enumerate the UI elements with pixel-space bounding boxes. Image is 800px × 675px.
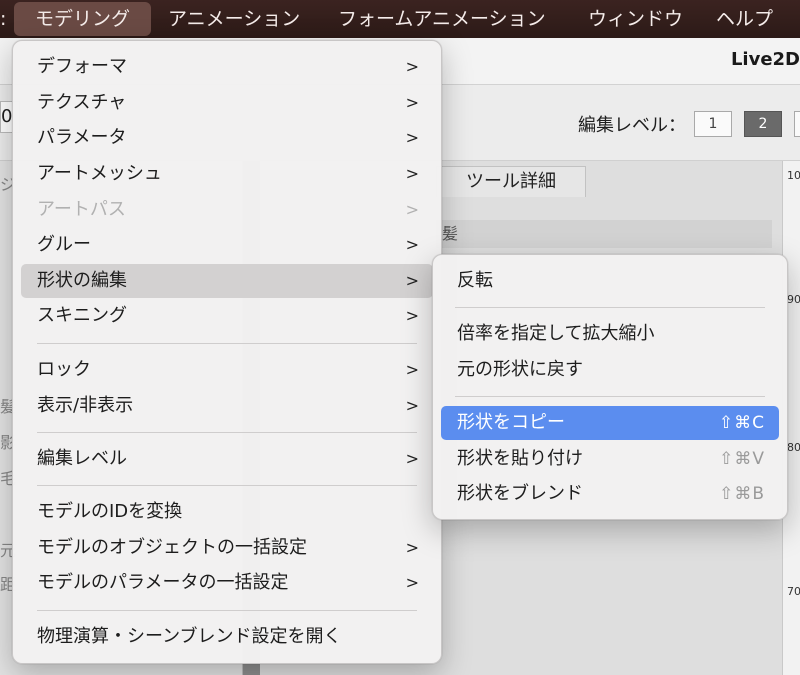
menu-item-restore-shape[interactable]: 元の形状に戻す (441, 353, 779, 387)
menu-item-label: ロック (37, 359, 91, 380)
menu-item-label: 形状をコピー (457, 412, 565, 433)
ruler-number: 10 (787, 169, 800, 182)
menu-item-label: 表示/非表示 (37, 395, 134, 416)
menu-item-deformer[interactable]: デフォーマ > (21, 50, 433, 84)
menu-item-glue[interactable]: グルー > (21, 228, 433, 262)
menu-item-label: デフォーマ (37, 56, 127, 77)
chevron-right-icon: > (405, 271, 419, 290)
edit-level-3-button[interactable] (794, 111, 800, 137)
menubar-item-form-animation[interactable]: フォームアニメーション (338, 0, 546, 38)
menu-item-edit-level[interactable]: 編集レベル > (21, 442, 433, 476)
menu-item-open-physics-settings[interactable]: 物理演算・シーンブレンド設定を開く (21, 620, 433, 654)
menu-item-lock[interactable]: ロック > (21, 353, 433, 387)
menu-item-label: 形状を貼り付け (457, 448, 583, 469)
menu-item-scale-by-factor[interactable]: 倍率を指定して拡大縮小 (441, 317, 779, 351)
menu-item-bulk-object-settings[interactable]: モデルのオブジェクトの一括設定 > (21, 531, 433, 565)
menu-item-parameter[interactable]: パラメータ > (21, 121, 433, 155)
chevron-right-icon: > (405, 360, 419, 379)
menu-separator (455, 396, 765, 397)
shortcut-label: ⇧⌘V (719, 449, 765, 469)
menu-item-label: モデルのパラメータの一括設定 (37, 572, 289, 593)
chevron-right-icon: > (405, 164, 419, 183)
menu-item-artmesh[interactable]: アートメッシュ > (21, 157, 433, 191)
menu-item-label: 元の形状に戻す (457, 359, 583, 380)
modeling-menu: デフォーマ > テクスチャ > パラメータ > アートメッシュ > アートパス … (12, 40, 442, 664)
menu-item-label: アートパス (37, 199, 126, 220)
chevron-right-icon: > (405, 128, 419, 147)
menu-item-label: 形状をブレンド (457, 483, 583, 504)
menubar-item-window[interactable]: ウィンドウ (588, 0, 683, 38)
shortcut-label: ⇧⌘B (719, 484, 765, 504)
edit-shape-submenu: 反転 倍率を指定して拡大縮小 元の形状に戻す 形状をコピー ⇧⌘C 形状を貼り付… (432, 254, 788, 520)
menubar-item-animation[interactable]: アニメーション (168, 0, 300, 38)
menu-item-label: モデルのIDを変換 (37, 501, 183, 522)
chevron-right-icon: > (405, 93, 419, 112)
menubar-item-modeling[interactable]: モデリング (14, 2, 152, 36)
menu-separator (37, 432, 417, 433)
menu-item-skinning[interactable]: スキニング > (21, 299, 433, 333)
menu-item-label: 編集レベル (37, 448, 127, 469)
menu-item-blend-shape[interactable]: 形状をブレンド ⇧⌘B (441, 477, 779, 511)
menu-item-label: スキニング (37, 305, 127, 326)
chevron-right-icon: > (405, 449, 419, 468)
chevron-right-icon: > (405, 396, 419, 415)
menu-item-convert-model-id[interactable]: モデルのIDを変換 (21, 495, 433, 529)
chevron-right-icon: > (405, 200, 419, 219)
menu-separator (455, 307, 765, 308)
menu-separator (37, 485, 417, 486)
menu-item-texture[interactable]: テクスチャ > (21, 86, 433, 120)
menu-item-label: 物理演算・シーンブレンド設定を開く (37, 626, 342, 647)
chevron-right-icon: > (405, 573, 419, 592)
tool-section-title: 髪 (436, 220, 772, 248)
menubar-item-help[interactable]: ヘルプ (716, 0, 773, 38)
menu-item-label: パラメータ (37, 127, 127, 148)
menu-item-label: グルー (37, 234, 91, 255)
chevron-right-icon: > (405, 235, 419, 254)
menu-item-copy-shape[interactable]: 形状をコピー ⇧⌘C (441, 406, 779, 440)
chevron-right-icon: > (405, 57, 419, 76)
edit-level-1-button[interactable]: 1 (694, 111, 732, 137)
menu-item-label: テクスチャ (37, 92, 127, 113)
menubar-edge-item[interactable]: : (0, 0, 6, 38)
shortcut-label: ⇧⌘C (718, 413, 765, 433)
edit-level-2-button[interactable]: 2 (744, 111, 782, 137)
menu-item-label: モデルのオブジェクトの一括設定 (37, 537, 307, 558)
ruler-number: 80 (787, 441, 800, 454)
menu-item-flip[interactable]: 反転 (441, 264, 779, 298)
ruler-number: 90 (787, 293, 800, 306)
menu-item-edit-shape[interactable]: 形状の編集 > (21, 264, 433, 298)
chevron-right-icon: > (405, 306, 419, 325)
tab-tool-details[interactable]: ツール詳細 (436, 166, 586, 197)
menu-item-label: 倍率を指定して拡大縮小 (457, 323, 655, 344)
menu-item-label: 形状の編集 (37, 270, 127, 291)
chevron-right-icon: > (405, 538, 419, 557)
window-title: Live2D (730, 49, 800, 70)
menu-item-bulk-parameter-settings[interactable]: モデルのパラメータの一括設定 > (21, 566, 433, 600)
menu-item-show-hide[interactable]: 表示/非表示 > (21, 389, 433, 423)
menu-item-label: 反転 (457, 270, 493, 291)
menu-item-paste-shape[interactable]: 形状を貼り付け ⇧⌘V (441, 442, 779, 476)
menu-separator (37, 343, 417, 344)
menu-bar: : モデリング アニメーション フォームアニメーション ウィンドウ ヘルプ (0, 0, 800, 38)
ruler-number: 70 (787, 585, 800, 598)
menu-separator (37, 610, 417, 611)
menu-item-label: アートメッシュ (37, 163, 162, 184)
menu-item-artpath: アートパス > (21, 193, 433, 227)
edit-level-label: 編集レベル： (578, 115, 686, 136)
